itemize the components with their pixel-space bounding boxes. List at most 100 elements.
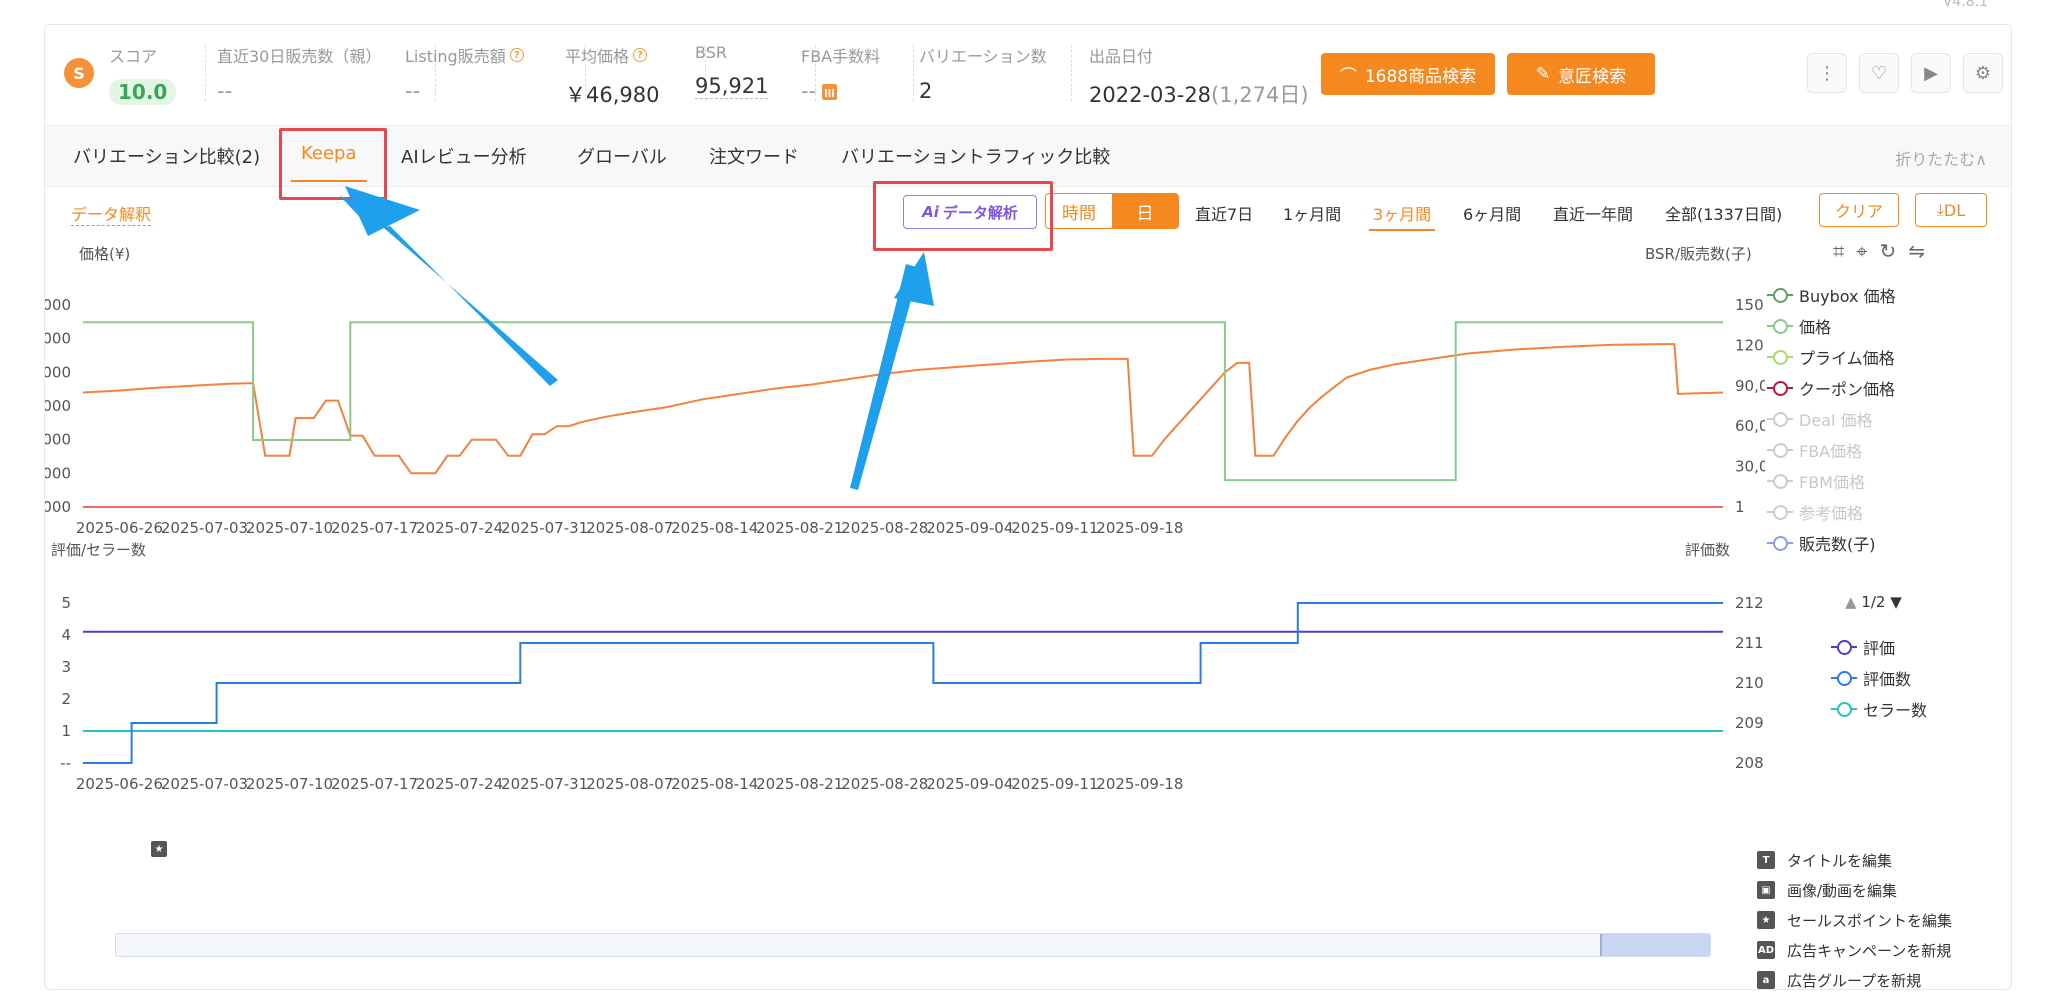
pager-up-icon[interactable]: ▲ <box>1845 593 1857 611</box>
tab-variation-traffic[interactable]: バリエーショントラフィック比較 <box>841 143 1110 169</box>
legend-top-item[interactable]: Buybox 価格 <box>1767 279 1896 310</box>
clear-button[interactable]: クリア <box>1819 193 1899 227</box>
legend-label: 価格 <box>1799 317 1832 337</box>
price-bsr-chart[interactable]: 48,000 46,000 44,000 42,000 40,000 38,000 36,0… <box>45 255 1765 555</box>
legend-marker-icon <box>1767 380 1793 396</box>
alibaba-icon: ⌒ <box>1339 66 1357 87</box>
edit-media-action[interactable]: ▣ 画像/動画を編集 <box>1757 875 1952 905</box>
swap-icon[interactable]: ⇋ <box>1908 239 1925 263</box>
y2-tick-label: 60,000 <box>1735 417 1765 435</box>
ai-data-analysis-button[interactable]: Ai データ解析 <box>903 195 1037 229</box>
help-icon[interactable]: ? <box>509 48 524 62</box>
legend-label: セラー数 <box>1863 700 1928 720</box>
legend-marker-icon <box>1767 287 1793 303</box>
collapse-button[interactable]: 折りたたむ∧ <box>1895 146 1987 170</box>
tab-global[interactable]: グローバル <box>577 143 667 169</box>
tab-order-words[interactable]: 注文ワード <box>709 143 799 169</box>
calculator-icon[interactable] <box>822 84 838 100</box>
new-ad-campaign-action[interactable]: AD 広告キャンペーンを新規 <box>1757 935 1952 965</box>
y-tick-label: 42,000 <box>45 397 71 415</box>
metric-avg-price: 平均価格? ￥46,980 <box>565 47 660 107</box>
tab-keepa[interactable]: Keepa <box>291 143 366 182</box>
x-tick-label: 2025-07-24 <box>416 775 503 793</box>
series-line-BSR <box>82 343 1724 475</box>
y2-tick-label: 90,000 <box>1735 377 1765 395</box>
tab-ai-review[interactable]: AIレビュー分析 <box>401 143 527 169</box>
video-icon[interactable]: ▶ <box>1911 53 1951 93</box>
metric-label: スコア <box>109 47 158 66</box>
x-tick-label: 2025-07-24 <box>416 519 503 537</box>
range-1m[interactable]: 1ヶ月間 <box>1283 201 1341 225</box>
title-icon: T <box>1757 851 1775 869</box>
range-7d[interactable]: 直近7日 <box>1195 201 1253 225</box>
more-icon[interactable]: ⋮ <box>1807 53 1847 93</box>
legend-top-item[interactable]: 価格 <box>1767 310 1896 341</box>
x-tick-label: 2025-09-04 <box>926 519 1013 537</box>
rating-chart[interactable]: 54321--2122112102092082025-06-262025-07-… <box>45 565 1765 805</box>
legend-top-item[interactable]: FBA価格 <box>1767 434 1896 465</box>
legend-top-item[interactable]: プライム価格 <box>1767 341 1896 372</box>
range-3m[interactable]: 3ヶ月間 <box>1368 201 1436 231</box>
time-range-slider[interactable] <box>115 933 1711 957</box>
legend-bottom-item[interactable]: 評価 <box>1831 631 1927 662</box>
new-ad-group-action[interactable]: a 広告グループを新規 <box>1757 965 1952 995</box>
pager-down-icon[interactable]: ▼ <box>1890 593 1902 611</box>
metric-sales-30d: 直近30日販売数（親） -- <box>217 47 382 103</box>
x-tick-label: 2025-06-26 <box>76 519 163 537</box>
range-1y[interactable]: 直近一年間 <box>1553 201 1633 225</box>
design-icon: ✎ <box>1535 64 1551 84</box>
y2-tick-label: 150,000 <box>1735 296 1765 314</box>
series-line-評価数 <box>83 602 1723 764</box>
legend-top-item[interactable]: クーポン価格 <box>1767 372 1896 403</box>
y-tick-label: 40,000 <box>45 431 71 449</box>
zoom-icon[interactable]: ⌗ <box>1833 239 1844 263</box>
legend-marker-icon <box>1831 701 1857 717</box>
refresh-icon[interactable]: ↻ <box>1880 239 1897 263</box>
edit-title-action[interactable]: T タイトルを編集 <box>1757 845 1952 875</box>
x-tick-label: 2025-09-18 <box>1096 519 1183 537</box>
time-option[interactable]: 時間 <box>1046 194 1112 228</box>
rating-legend: 評価 評価数セラー数 <box>1831 631 1927 724</box>
legend-top-item[interactable]: FBM価格 <box>1767 465 1896 496</box>
design-search-button[interactable]: ✎ 意匠検索 <box>1507 53 1655 95</box>
edit-selling-points-action[interactable]: ★ セールスポイントを編集 <box>1757 905 1952 935</box>
x-tick-label: 2025-08-21 <box>756 519 843 537</box>
x-tick-label: 2025-07-03 <box>161 775 248 793</box>
day-option[interactable]: 日 <box>1112 194 1178 228</box>
legend-marker-icon <box>1767 535 1793 551</box>
download-icon: ⤓ <box>1936 200 1944 219</box>
ai-icon: Ai <box>922 203 939 221</box>
metric-fba-fee: FBA手数料 -- <box>801 47 881 103</box>
legend-bottom-item[interactable]: 評価数 <box>1831 662 1927 693</box>
help-icon[interactable]: ? <box>633 48 648 62</box>
gear-icon[interactable]: ⚙ <box>1963 53 2003 93</box>
bsr-value[interactable]: 95,921 <box>695 74 769 99</box>
x-tick-label: 2025-07-03 <box>161 519 248 537</box>
rating-axis-title: 評価/セラー数 <box>51 541 147 559</box>
legend-label: Buybox 価格 <box>1799 286 1896 306</box>
search-1688-button[interactable]: ⌒ 1688商品検索 <box>1321 53 1495 95</box>
legend-label: 参考価格 <box>1799 503 1864 523</box>
slider-selection[interactable] <box>1600 934 1710 956</box>
range-6m[interactable]: 6ヶ月間 <box>1463 201 1521 225</box>
legend-marker-icon <box>1767 504 1793 520</box>
metric-score: スコア 10.0 <box>109 43 177 105</box>
y-tick-label: 3 <box>61 658 71 676</box>
download-button[interactable]: ⤓ DL <box>1915 193 1987 227</box>
legend-top-item[interactable]: Deal 価格 <box>1767 403 1896 434</box>
legend-top-item[interactable]: 販売数(子) <box>1767 527 1896 558</box>
heart-icon[interactable]: ♡ <box>1859 53 1899 93</box>
score-badge: 10.0 <box>109 79 177 105</box>
x-tick-label: 2025-08-14 <box>671 775 758 793</box>
legend-marker-icon <box>1831 639 1857 655</box>
legend-top-item[interactable]: 参考価格 <box>1767 496 1896 527</box>
data-interpretation-link[interactable]: データ解釈 <box>71 201 152 226</box>
metric-bsr: BSR 95,921 <box>695 43 769 99</box>
star-icon[interactable]: ★ <box>151 841 167 857</box>
range-all[interactable]: 全部(1337日間) <box>1665 201 1782 225</box>
zoom-reset-icon[interactable]: ⌖ <box>1856 239 1867 263</box>
y-tick-label: 38,000 <box>45 464 71 482</box>
legend-bottom-item[interactable]: セラー数 <box>1831 693 1927 724</box>
chart-tools: ⌗ ⌖ ↻ ⇋ <box>1833 239 1925 263</box>
tab-variation-compare[interactable]: バリエーション比較(2) <box>73 143 260 169</box>
